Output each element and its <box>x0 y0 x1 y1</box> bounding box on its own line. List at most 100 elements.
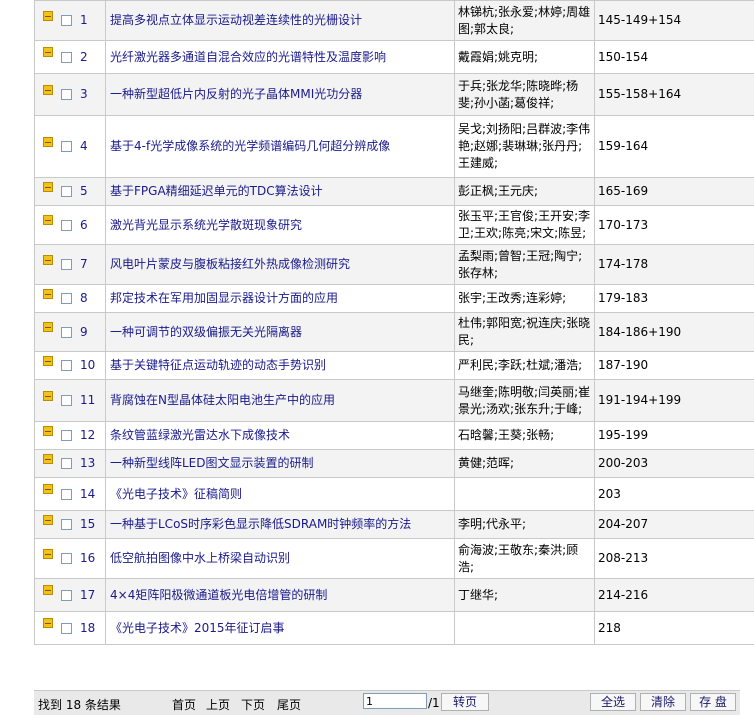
row-checkbox[interactable] <box>61 623 72 634</box>
row-select-cell: 4 <box>35 116 106 178</box>
article-title-link[interactable]: 《光电子技术》征稿简则 <box>110 487 242 501</box>
pdf-download-icon[interactable] <box>43 515 53 525</box>
row-checkbox[interactable] <box>61 327 72 338</box>
row-checkbox[interactable] <box>61 553 72 564</box>
pdf-download-icon[interactable] <box>43 322 53 332</box>
results-container: 1 提高多视点立体显示运动视差连续性的光栅设计 林锑杭;张永爱;林婷;周雄图;郭太良… <box>34 0 740 645</box>
article-title-link[interactable]: 低空航拍图像中水上桥梁自动识别 <box>110 551 290 565</box>
row-checkbox[interactable] <box>61 458 72 469</box>
title-cell: 风电叶片蒙皮与腹板粘接红外热成像检测研究 <box>106 245 455 285</box>
pdf-download-icon[interactable] <box>43 426 53 436</box>
row-number: 12 <box>80 427 95 444</box>
row-select-group: 1 <box>35 12 105 29</box>
results-body: 1 提高多视点立体显示运动视差连续性的光栅设计 林锑杭;张永爱;林婷;周雄图;郭太良… <box>35 1 754 645</box>
pdf-download-icon[interactable] <box>43 11 53 21</box>
article-title-link[interactable]: 一种新型线阵LED图文显示装置的研制 <box>110 456 314 470</box>
row-checkbox[interactable] <box>61 360 72 371</box>
table-row: 14 《光电子技术》征稿简则 203 <box>35 478 754 511</box>
prev-page-link[interactable]: 上页 <box>206 696 230 713</box>
page-number-input[interactable] <box>363 693 427 709</box>
goto-page-button[interactable]: 转页 <box>441 693 489 711</box>
pages-cell: 195-199 <box>595 422 754 450</box>
pdf-download-icon[interactable] <box>43 255 53 265</box>
article-title-link[interactable]: 基于FPGA精细延迟单元的TDC算法设计 <box>110 184 323 198</box>
pdf-download-icon[interactable] <box>43 585 53 595</box>
select-all-button[interactable]: 全选 <box>590 693 636 711</box>
row-checkbox[interactable] <box>61 430 72 441</box>
pdf-download-icon[interactable] <box>43 549 53 559</box>
row-checkbox[interactable] <box>61 489 72 500</box>
article-title-link[interactable]: 提高多视点立体显示运动视差连续性的光栅设计 <box>110 13 362 27</box>
row-checkbox[interactable] <box>61 186 72 197</box>
pages-cell: 174-178 <box>595 245 754 285</box>
pages-cell: 150-154 <box>595 41 754 74</box>
article-title-link[interactable]: 一种可调节的双级偏振无关光隔离器 <box>110 325 302 339</box>
pdf-download-icon[interactable] <box>43 484 53 494</box>
row-select-group: 17 <box>35 587 105 604</box>
row-number: 1 <box>80 12 88 29</box>
result-count: 找到 18 条结果 <box>38 696 121 713</box>
authors-cell: 吴戈;刘扬阳;吕群波;李伟艳;赵娜;裴琳琳;张丹丹;王建威; <box>455 116 595 178</box>
row-select-group: 9 <box>35 324 105 341</box>
row-number: 4 <box>80 138 88 155</box>
row-select-cell: 8 <box>35 285 106 313</box>
article-title-link[interactable]: 4×4矩阵阳极微通道板光电倍增管的研制 <box>110 588 327 602</box>
pages-cell: 203 <box>595 478 754 511</box>
next-page-link[interactable]: 下页 <box>241 696 265 713</box>
row-checkbox[interactable] <box>61 141 72 152</box>
row-checkbox[interactable] <box>61 259 72 270</box>
article-title-link[interactable]: 基于4-f光学成像系统的光学频谱编码几何超分辨成像 <box>110 139 390 153</box>
clear-button[interactable]: 清除 <box>640 693 686 711</box>
title-cell: 4×4矩阵阳极微通道板光电倍增管的研制 <box>106 579 455 612</box>
pdf-download-icon[interactable] <box>43 182 53 192</box>
article-title-link[interactable]: 光纤激光器多通道自混合效应的光谱特性及温度影响 <box>110 50 386 64</box>
article-title-link[interactable]: 基于关键特征点运动轨迹的动态手势识别 <box>110 358 326 372</box>
row-number: 3 <box>80 86 88 103</box>
save-button[interactable]: 存 盘 <box>690 693 736 711</box>
row-select-group: 8 <box>35 290 105 307</box>
row-select-cell: 12 <box>35 422 106 450</box>
article-title-link[interactable]: 《光电子技术》2015年征订启事 <box>110 621 285 635</box>
pdf-download-icon[interactable] <box>43 618 53 628</box>
row-number: 14 <box>80 486 95 503</box>
title-cell: 条纹管蓝绿激光雷达水下成像技术 <box>106 422 455 450</box>
row-checkbox[interactable] <box>61 590 72 601</box>
article-title-link[interactable]: 激光背光显示系统光学散斑现象研究 <box>110 218 302 232</box>
authors-cell: 林锑杭;张永爱;林婷;周雄图;郭太良; <box>455 1 595 41</box>
row-select-cell: 10 <box>35 352 106 380</box>
row-checkbox[interactable] <box>61 519 72 530</box>
pdf-download-icon[interactable] <box>43 85 53 95</box>
pages-cell: 204-207 <box>595 511 754 539</box>
article-title-link[interactable]: 风电叶片蒙皮与腹板粘接红外热成像检测研究 <box>110 257 350 271</box>
article-title-link[interactable]: 条纹管蓝绿激光雷达水下成像技术 <box>110 428 290 442</box>
article-title-link[interactable]: 背腐蚀在N型晶体硅太阳电池生产中的应用 <box>110 393 335 407</box>
row-select-cell: 5 <box>35 178 106 206</box>
row-select-group: 16 <box>35 550 105 567</box>
row-checkbox[interactable] <box>61 293 72 304</box>
pdf-download-icon[interactable] <box>43 454 53 464</box>
row-select-group: 5 <box>35 183 105 200</box>
pdf-download-icon[interactable] <box>43 289 53 299</box>
row-checkbox[interactable] <box>61 52 72 63</box>
pdf-download-icon[interactable] <box>43 137 53 147</box>
article-title-link[interactable]: 一种新型超低片内反射的光子晶体MMI光功分器 <box>110 87 362 101</box>
row-checkbox[interactable] <box>61 395 72 406</box>
pdf-download-icon[interactable] <box>43 356 53 366</box>
pages-cell: 218 <box>595 612 754 645</box>
table-row: 13一种新型线阵LED图文显示装置的研制黄健;范晖;200-203 <box>35 450 754 478</box>
pdf-download-icon[interactable] <box>43 215 53 225</box>
pdf-download-icon[interactable] <box>43 391 53 401</box>
last-page-link[interactable]: 尾页 <box>277 696 301 713</box>
row-select-group: 13 <box>35 455 105 472</box>
row-checkbox[interactable] <box>61 89 72 100</box>
table-row: 1 提高多视点立体显示运动视差连续性的光栅设计 林锑杭;张永爱;林婷;周雄图;郭太良… <box>35 1 754 41</box>
pdf-download-icon[interactable] <box>43 47 53 57</box>
table-row: 7风电叶片蒙皮与腹板粘接红外热成像检测研究孟梨雨;曾智;王冠;陶宁;张存林;17… <box>35 245 754 285</box>
article-title-link[interactable]: 邦定技术在军用加固显示器设计方面的应用 <box>110 291 338 305</box>
row-checkbox[interactable] <box>61 220 72 231</box>
table-row: 11背腐蚀在N型晶体硅太阳电池生产中的应用马继奎;陈明敬;闫英丽;崔景光;汤欢;… <box>35 380 754 422</box>
row-checkbox[interactable] <box>61 15 72 26</box>
first-page-link[interactable]: 首页 <box>172 696 196 713</box>
authors-cell: 马继奎;陈明敬;闫英丽;崔景光;汤欢;张东升;于峰; <box>455 380 595 422</box>
article-title-link[interactable]: 一种基于LCoS时序彩色显示降低SDRAM时钟频率的方法 <box>110 517 411 531</box>
